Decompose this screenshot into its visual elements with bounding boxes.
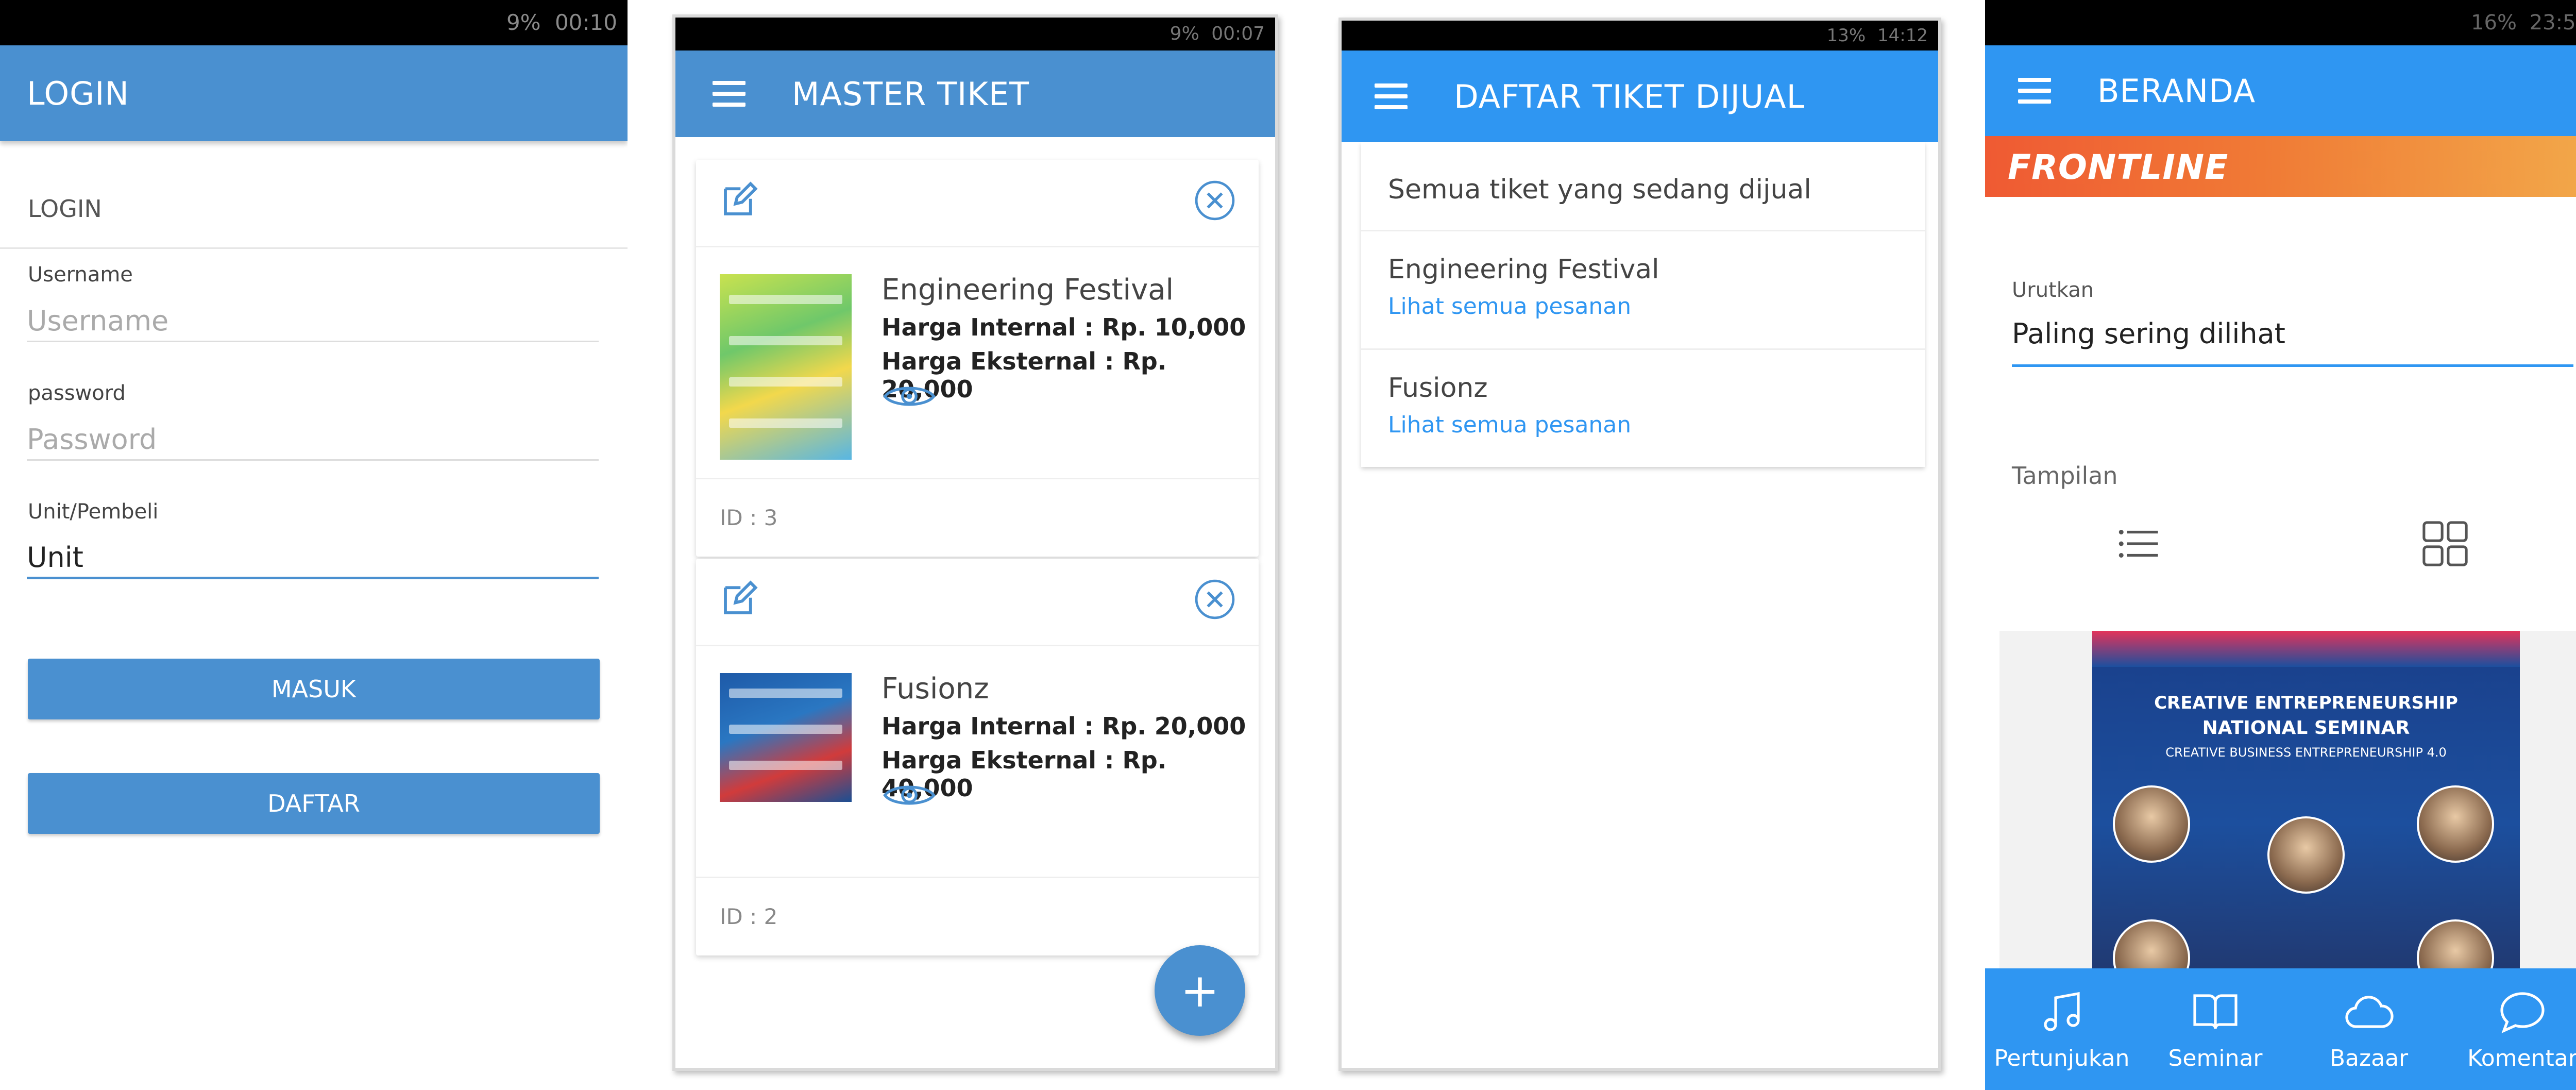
menu-icon[interactable] — [713, 81, 745, 107]
event-poster-image: CREATIVE ENTREPRENEURSHIP NATIONAL SEMIN… — [2092, 631, 2520, 981]
status-bar: 9% 00:07 — [675, 18, 1275, 51]
event-card[interactable]: CREATIVE ENTREPRENEURSHIP NATIONAL SEMIN… — [1999, 631, 2576, 981]
beranda-screen: 16% 23:56 BERANDA FRONTLINE Urutkan Pali… — [1985, 0, 2576, 1090]
status-time: 14:12 — [1877, 25, 1928, 46]
status-time: 00:10 — [554, 10, 617, 35]
daftar-button[interactable]: DAFTAR — [28, 773, 600, 834]
menu-icon[interactable] — [2018, 78, 2051, 104]
event-poster-image — [720, 673, 852, 802]
eye-icon[interactable] — [882, 780, 937, 810]
login-screen: 9% 00:10 LOGIN LOGIN Username password U… — [0, 0, 628, 1090]
section-label: LOGIN — [28, 195, 102, 223]
harga-eksternal: Harga Eksternal : Rp. 20,000 — [882, 347, 1167, 403]
username-label: Username — [28, 263, 133, 287]
view-orders-link[interactable]: Lihat semua pesanan — [1388, 412, 1631, 438]
ticket-name: Fusionz — [882, 672, 989, 706]
divider — [0, 247, 628, 249]
nav-label: Bazaar — [2329, 1045, 2409, 1071]
daftar-tiket-screen: 13% 14:12 DAFTAR TIKET DIJUAL Semua tike… — [1338, 18, 1941, 1071]
music-note-icon — [2044, 992, 2080, 1031]
list-view-icon[interactable] — [2115, 521, 2162, 567]
app-bar: MASTER TIKET — [675, 51, 1275, 137]
chat-bubble-icon — [2500, 992, 2545, 1033]
poster-line-1: CREATIVE ENTREPRENEURSHIP — [2154, 693, 2458, 713]
harga-eksternal: Harga Eksternal : Rp. 40,000 — [882, 746, 1167, 802]
cloud-icon — [2345, 995, 2394, 1028]
nav-label: Komentar — [2467, 1045, 2576, 1071]
masuk-button[interactable]: MASUK — [28, 659, 600, 719]
nav-label: Pertunjukan — [1994, 1045, 2130, 1071]
book-icon — [2193, 994, 2238, 1029]
app-bar: BERANDA — [1985, 45, 2576, 136]
page-title: DAFTAR TIKET DIJUAL — [1454, 77, 1805, 115]
app-bar: LOGIN — [0, 45, 628, 141]
master-tiket-screen: 9% 00:07 MASTER TIKET Engineering Festiv… — [672, 14, 1278, 1071]
speaker-photo — [2267, 816, 2345, 894]
status-battery: 13% — [1826, 25, 1866, 46]
grid-view-icon[interactable] — [2421, 519, 2469, 568]
view-orders-link[interactable]: Lihat semua pesanan — [1388, 293, 1631, 320]
status-battery: 9% — [1170, 23, 1199, 44]
add-ticket-button[interactable]: + — [1155, 945, 1245, 1036]
status-bar: 9% 00:10 — [0, 0, 628, 45]
ticket-name: Fusionz — [1388, 373, 1488, 404]
status-battery: 9% — [506, 10, 541, 35]
app-bar: DAFTAR TIKET DIJUAL — [1342, 51, 1938, 142]
status-time: 00:07 — [1211, 23, 1265, 44]
ticket-id: ID : 2 — [720, 904, 778, 929]
status-time: 23:56 — [2529, 11, 2576, 35]
eye-icon[interactable] — [882, 381, 937, 411]
password-label: password — [28, 381, 126, 405]
list-item: Fusionz Lihat semua pesanan — [1361, 348, 1925, 467]
ticket-id: ID : 3 — [720, 505, 778, 530]
edit-icon[interactable] — [719, 180, 759, 221]
nav-bazaar[interactable]: Bazaar — [2297, 987, 2441, 1071]
brand-logo: FRONTLINE — [2008, 147, 2229, 187]
event-poster-image — [720, 274, 852, 460]
nav-label: Seminar — [2168, 1045, 2263, 1071]
plus-icon: + — [1180, 963, 1219, 1018]
harga-internal: Harga Internal : Rp. 20,000 — [882, 712, 1246, 740]
unit-label: Unit/Pembeli — [28, 500, 159, 524]
sort-label: Urutkan — [2012, 278, 2094, 302]
delete-icon[interactable] — [1194, 578, 1236, 621]
ticket-name: Engineering Festival — [1388, 254, 1659, 285]
harga-internal: Harga Internal : Rp. 10,000 — [882, 313, 1246, 341]
status-battery: 16% — [2471, 11, 2517, 35]
view-label: Tampilan — [2012, 462, 2118, 490]
delete-icon[interactable] — [1194, 179, 1236, 222]
ticket-card: Fusionz Harga Internal : Rp. 20,000 Harg… — [696, 559, 1259, 955]
edit-icon[interactable] — [719, 579, 759, 619]
nav-seminar[interactable]: Seminar — [2143, 987, 2287, 1071]
nav-pertunjukan[interactable]: Pertunjukan — [1990, 987, 2134, 1071]
speaker-photo — [2113, 785, 2190, 863]
bottom-navigation: Pertunjukan Seminar Bazaar Komentar — [1985, 968, 2576, 1090]
status-bar: 16% 23:56 — [1985, 0, 2576, 45]
unit-field[interactable] — [27, 538, 599, 579]
status-bar: 13% 14:12 — [1342, 21, 1938, 51]
sort-select[interactable]: Paling sering dilihat — [2012, 317, 2573, 367]
list-header: Semua tiket yang sedang dijual — [1388, 174, 1811, 205]
ticket-card: Engineering Festival Harga Internal : Rp… — [696, 160, 1259, 557]
ticket-name: Engineering Festival — [882, 273, 1174, 307]
page-title: MASTER TIKET — [792, 75, 1029, 113]
page-title: LOGIN — [27, 74, 129, 112]
username-field[interactable] — [27, 301, 599, 342]
nav-komentar[interactable]: Komentar — [2450, 987, 2576, 1071]
page-title: BERANDA — [2097, 72, 2256, 110]
speaker-photo — [2417, 785, 2494, 863]
poster-line-2: NATIONAL SEMINAR — [2202, 717, 2410, 739]
password-field[interactable] — [27, 420, 599, 461]
poster-line-3: CREATIVE BUSINESS ENTREPRENEURSHIP 4.0 — [2165, 745, 2447, 760]
ticket-list-card: Semua tiket yang sedang dijual Engineeri… — [1361, 142, 1925, 467]
menu-icon[interactable] — [1375, 83, 1408, 109]
list-item: Engineering Festival Lihat semua pesanan — [1361, 230, 1925, 348]
brand-banner: FRONTLINE — [1985, 136, 2576, 197]
